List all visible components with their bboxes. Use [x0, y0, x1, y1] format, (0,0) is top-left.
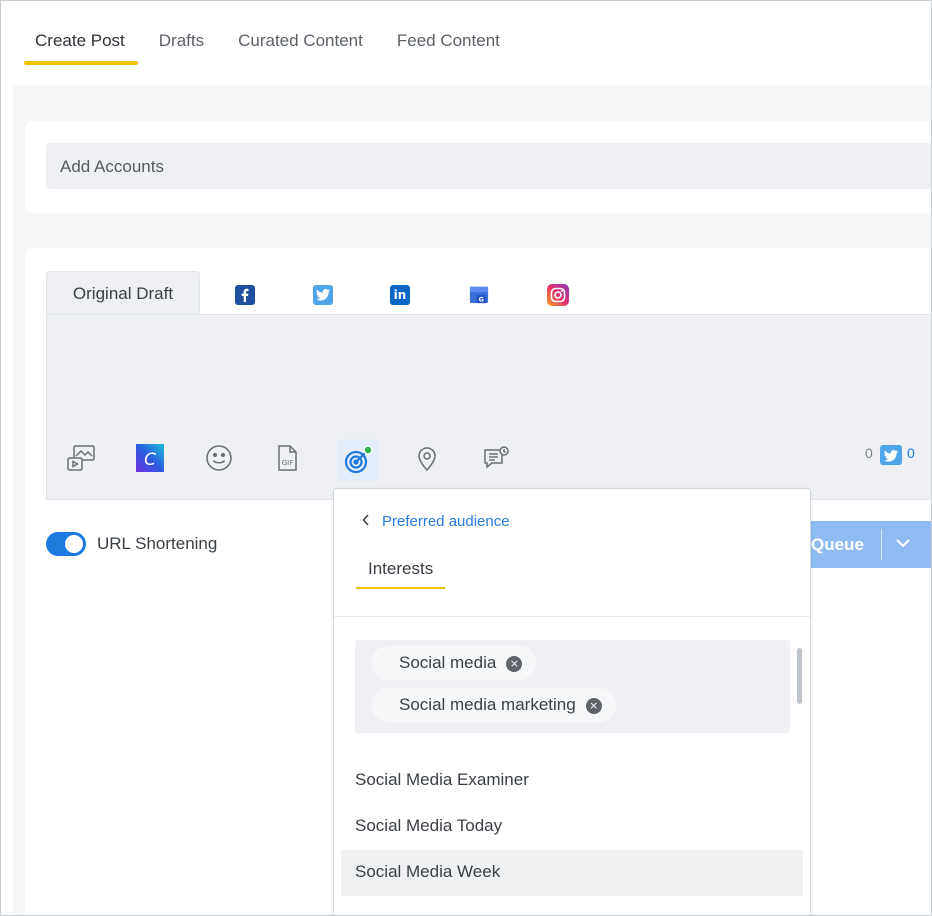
linkedin-icon[interactable]: in [390, 285, 410, 305]
tab-feed-content[interactable]: Feed Content [385, 27, 512, 65]
svg-text:GIF: GIF [282, 459, 294, 467]
google-business-icon[interactable]: G [469, 284, 489, 304]
tab-interests[interactable]: Interests [356, 559, 446, 589]
svg-text:G: G [479, 297, 484, 304]
preferred-audience-back[interactable]: Preferred audience [362, 513, 510, 530]
twitter-icon[interactable] [313, 285, 333, 305]
gif-icon[interactable]: GIF [271, 442, 303, 474]
network-tabs: Original Draft [46, 271, 200, 315]
char-count-after: 0 [907, 445, 915, 461]
char-count-before: 0 [865, 445, 873, 461]
chevron-left-icon [362, 513, 370, 530]
suggestion-item[interactable]: Social Media Examiner [341, 758, 803, 804]
tab-curated-content[interactable]: Curated Content [226, 27, 375, 65]
canva-icon[interactable]: C [134, 442, 166, 474]
tab-original-draft[interactable]: Original Draft [46, 271, 200, 315]
interest-chip-label: Social media [399, 653, 497, 672]
remove-chip-icon[interactable]: × [506, 656, 523, 672]
remove-chip-icon[interactable]: × [585, 698, 602, 714]
interest-chip-label: Social media marketing [399, 695, 576, 714]
emoji-icon[interactable] [203, 442, 235, 474]
instagram-icon[interactable] [547, 284, 569, 306]
location-icon[interactable] [411, 442, 443, 474]
tagbox-scrollbar[interactable] [797, 648, 802, 704]
preferred-audience-panel: Preferred audience Interests Social medi… [333, 488, 811, 915]
queue-button-divider [881, 529, 882, 560]
tab-create-post[interactable]: Create Post [23, 27, 138, 65]
interest-chip: Social media × [371, 646, 537, 680]
chevron-down-icon[interactable] [895, 533, 911, 558]
suggestion-item[interactable]: Social Media Today [341, 804, 803, 850]
panel-divider [334, 616, 810, 617]
selected-interests-box[interactable]: Social media × Social media marketing × [355, 640, 802, 733]
interest-chip: Social media marketing × [371, 688, 616, 722]
app-frame: Create Post Drafts Curated Content Feed … [0, 0, 932, 916]
first-comment-icon[interactable] [480, 442, 512, 474]
twitter-count-icon [880, 445, 902, 465]
add-accounts-field[interactable]: Add Accounts [46, 143, 931, 189]
suggestion-item[interactable]: Social Media Week [341, 850, 803, 896]
facebook-icon[interactable] [235, 285, 255, 305]
tab-drafts[interactable]: Drafts [147, 27, 216, 65]
preferred-audience-label: Preferred audience [382, 513, 510, 530]
queue-button-label: Queue [811, 535, 864, 554]
media-icon[interactable] [65, 442, 97, 474]
add-to-queue-button[interactable]: Queue [807, 521, 931, 568]
url-shortening-toggle[interactable] [46, 532, 86, 556]
top-tabs: Create Post Drafts Curated Content Feed … [23, 27, 522, 65]
url-shortening-label: URL Shortening [97, 534, 218, 553]
svg-text:C: C [144, 450, 156, 470]
audience-target-icon[interactable] [337, 439, 379, 481]
